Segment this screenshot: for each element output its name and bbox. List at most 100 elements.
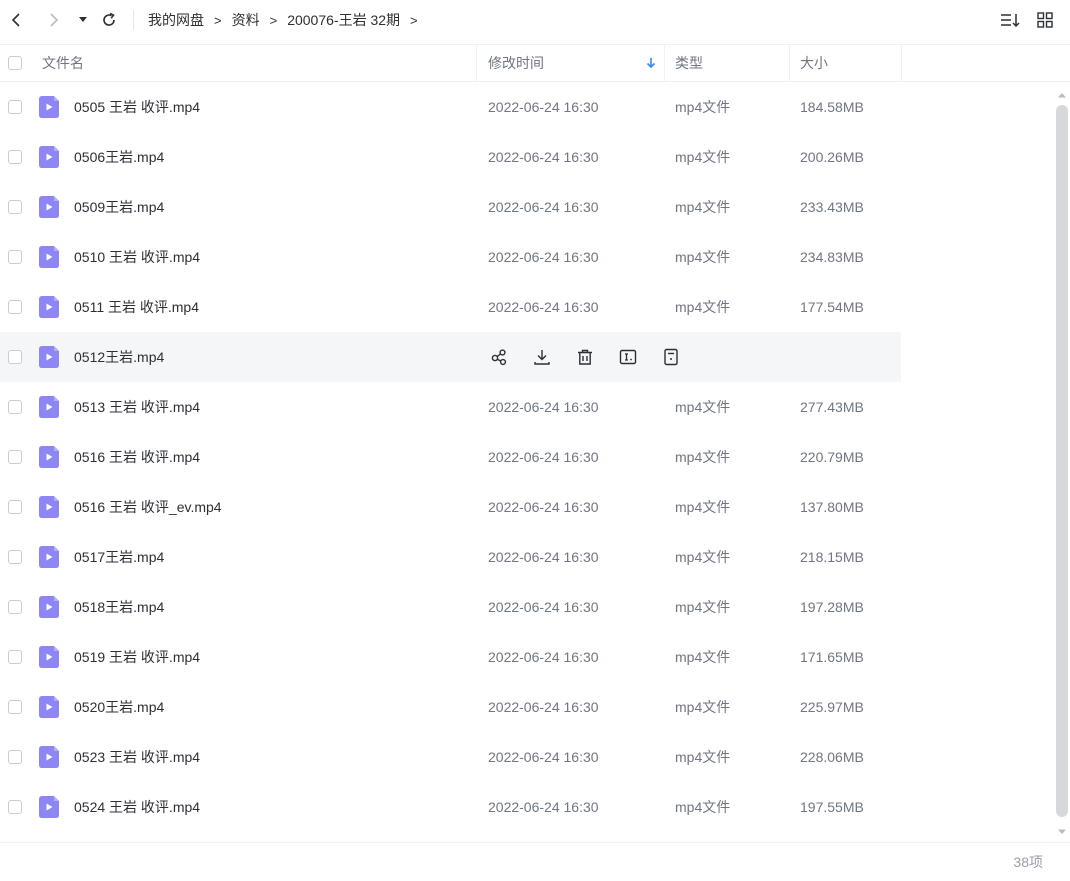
forward-button[interactable] (44, 0, 64, 40)
row-checkbox[interactable] (8, 200, 22, 214)
file-name[interactable]: 0516 王岩 收评.mp4 (74, 432, 200, 482)
file-row[interactable]: 0524 王岩 收评.mp4 2022-06-24 16:30 mp4文件 19… (0, 782, 901, 832)
row-checkbox[interactable] (8, 600, 22, 614)
column-header: 文件名 修改时间 类型 大小 (0, 44, 1070, 82)
file-name[interactable]: 0523 王岩 收评.mp4 (74, 732, 200, 782)
file-row[interactable]: 0516 王岩 收评_ev.mp4 2022-06-24 16:30 mp4文件… (0, 482, 901, 532)
file-row[interactable]: 0519 王岩 收评.mp4 2022-06-24 16:30 mp4文件 17… (0, 632, 901, 682)
file-name[interactable]: 0518王岩.mp4 (74, 582, 164, 632)
row-checkbox[interactable] (8, 350, 22, 364)
download-button[interactable] (531, 346, 553, 368)
column-size[interactable]: 大小 (800, 44, 828, 81)
file-size: 137.80MB (800, 499, 864, 515)
scrollbar-thumb[interactable] (1056, 105, 1068, 817)
file-row[interactable]: 0517王岩.mp4 2022-06-24 16:30 mp4文件 218.15… (0, 532, 901, 582)
refresh-button[interactable] (98, 0, 120, 40)
file-row[interactable]: 0512王岩.mp4 (0, 332, 901, 382)
file-modified: 2022-06-24 16:30 (488, 599, 599, 615)
file-row[interactable]: 0513 王岩 收评.mp4 2022-06-24 16:30 mp4文件 27… (0, 382, 901, 432)
file-row[interactable]: 0510 王岩 收评.mp4 2022-06-24 16:30 mp4文件 23… (0, 232, 901, 282)
toolbar: 我的网盘 > 资料 > 200076-王岩 32期 > (0, 0, 1070, 45)
sort-indicator[interactable] (646, 44, 656, 81)
file-row[interactable]: 0509王岩.mp4 2022-06-24 16:30 mp4文件 233.43… (0, 182, 901, 232)
breadcrumb-separator: > (214, 12, 222, 28)
back-button[interactable] (6, 0, 26, 40)
select-all-checkbox-wrap (8, 44, 22, 81)
row-checkbox[interactable] (8, 300, 22, 314)
file-name[interactable]: 0513 王岩 收评.mp4 (74, 382, 200, 432)
file-row[interactable]: 0516 王岩 收评.mp4 2022-06-24 16:30 mp4文件 22… (0, 432, 901, 482)
file-modified: 2022-06-24 16:30 (488, 649, 599, 665)
row-checkbox[interactable] (8, 100, 22, 114)
video-file-icon (39, 596, 59, 618)
select-all-checkbox[interactable] (8, 55, 22, 70)
caret-down-icon (1058, 829, 1066, 834)
file-size: 225.97MB (800, 699, 864, 715)
breadcrumb-item-root[interactable]: 我的网盘 (148, 10, 204, 30)
rename-button[interactable] (617, 346, 639, 368)
file-row[interactable]: 0506王岩.mp4 2022-06-24 16:30 mp4文件 200.26… (0, 132, 901, 182)
row-checkbox[interactable] (8, 550, 22, 564)
file-row[interactable]: 0518王岩.mp4 2022-06-24 16:30 mp4文件 197.28… (0, 582, 901, 632)
file-type: mp4文件 (675, 99, 731, 115)
file-size: 277.43MB (800, 399, 864, 415)
file-row[interactable]: 0520王岩.mp4 2022-06-24 16:30 mp4文件 225.97… (0, 682, 901, 732)
chevron-left-icon (11, 13, 20, 27)
caret-down-icon (79, 17, 87, 22)
file-name[interactable]: 0506王岩.mp4 (74, 132, 164, 182)
row-checkbox[interactable] (8, 400, 22, 414)
row-checkbox[interactable] (8, 800, 22, 814)
file-row[interactable]: 0511 王岩 收评.mp4 2022-06-24 16:30 mp4文件 17… (0, 282, 901, 332)
row-checkbox[interactable] (8, 450, 22, 464)
file-name[interactable]: 0516 王岩 收评_ev.mp4 (74, 482, 222, 532)
breadcrumb-item-folder[interactable]: 资料 (232, 10, 260, 30)
more-button[interactable] (660, 346, 682, 368)
file-modified: 2022-06-24 16:30 (488, 449, 599, 465)
file-name[interactable]: 0519 王岩 收评.mp4 (74, 632, 200, 682)
file-name[interactable]: 0511 王岩 收评.mp4 (74, 282, 199, 332)
file-type: mp4文件 (675, 649, 731, 665)
row-checkbox[interactable] (8, 250, 22, 264)
file-size: 184.58MB (800, 99, 864, 115)
sort-button[interactable] (1000, 10, 1020, 30)
share-button[interactable] (488, 346, 510, 368)
video-file-icon (39, 746, 59, 768)
row-actions (488, 346, 703, 368)
breadcrumb-item-current[interactable]: 200076-王岩 32期 (287, 10, 400, 30)
file-modified: 2022-06-24 16:30 (488, 249, 599, 265)
delete-button[interactable] (574, 346, 596, 368)
row-checkbox[interactable] (8, 750, 22, 764)
file-name[interactable]: 0524 王岩 收评.mp4 (74, 782, 200, 832)
file-name[interactable]: 0509王岩.mp4 (74, 182, 164, 232)
file-name[interactable]: 0512王岩.mp4 (74, 332, 164, 382)
row-checkbox[interactable] (8, 500, 22, 514)
file-type: mp4文件 (675, 199, 731, 215)
row-checkbox[interactable] (8, 150, 22, 164)
file-name[interactable]: 0517王岩.mp4 (74, 532, 164, 582)
video-file-icon (39, 546, 59, 568)
row-checkbox[interactable] (8, 650, 22, 664)
video-file-icon (39, 446, 59, 468)
column-divider (901, 44, 902, 81)
file-row[interactable]: 0505 王岩 收评.mp4 2022-06-24 16:30 mp4文件 18… (0, 82, 901, 132)
scroll-down-arrow[interactable] (1057, 823, 1067, 834)
grid-view-button[interactable] (1035, 10, 1055, 30)
file-name[interactable]: 0505 王岩 收评.mp4 (74, 82, 200, 132)
breadcrumb-separator: > (410, 12, 418, 28)
file-name[interactable]: 0510 王岩 收评.mp4 (74, 232, 200, 282)
column-name[interactable]: 文件名 (42, 44, 84, 81)
column-modified[interactable]: 修改时间 (488, 44, 544, 81)
history-dropdown[interactable] (76, 0, 90, 40)
share-icon (491, 349, 507, 366)
video-file-icon (39, 346, 59, 368)
column-type[interactable]: 类型 (675, 44, 703, 81)
file-modified: 2022-06-24 16:30 (488, 799, 599, 815)
file-row[interactable]: 0523 王岩 收评.mp4 2022-06-24 16:30 mp4文件 22… (0, 732, 901, 782)
item-count: 38项 (1013, 854, 1043, 870)
video-file-icon (39, 96, 59, 118)
file-type: mp4文件 (675, 749, 731, 765)
file-modified: 2022-06-24 16:30 (488, 699, 599, 715)
file-name[interactable]: 0520王岩.mp4 (74, 682, 164, 732)
row-checkbox[interactable] (8, 700, 22, 714)
scroll-up-arrow[interactable] (1057, 86, 1067, 98)
